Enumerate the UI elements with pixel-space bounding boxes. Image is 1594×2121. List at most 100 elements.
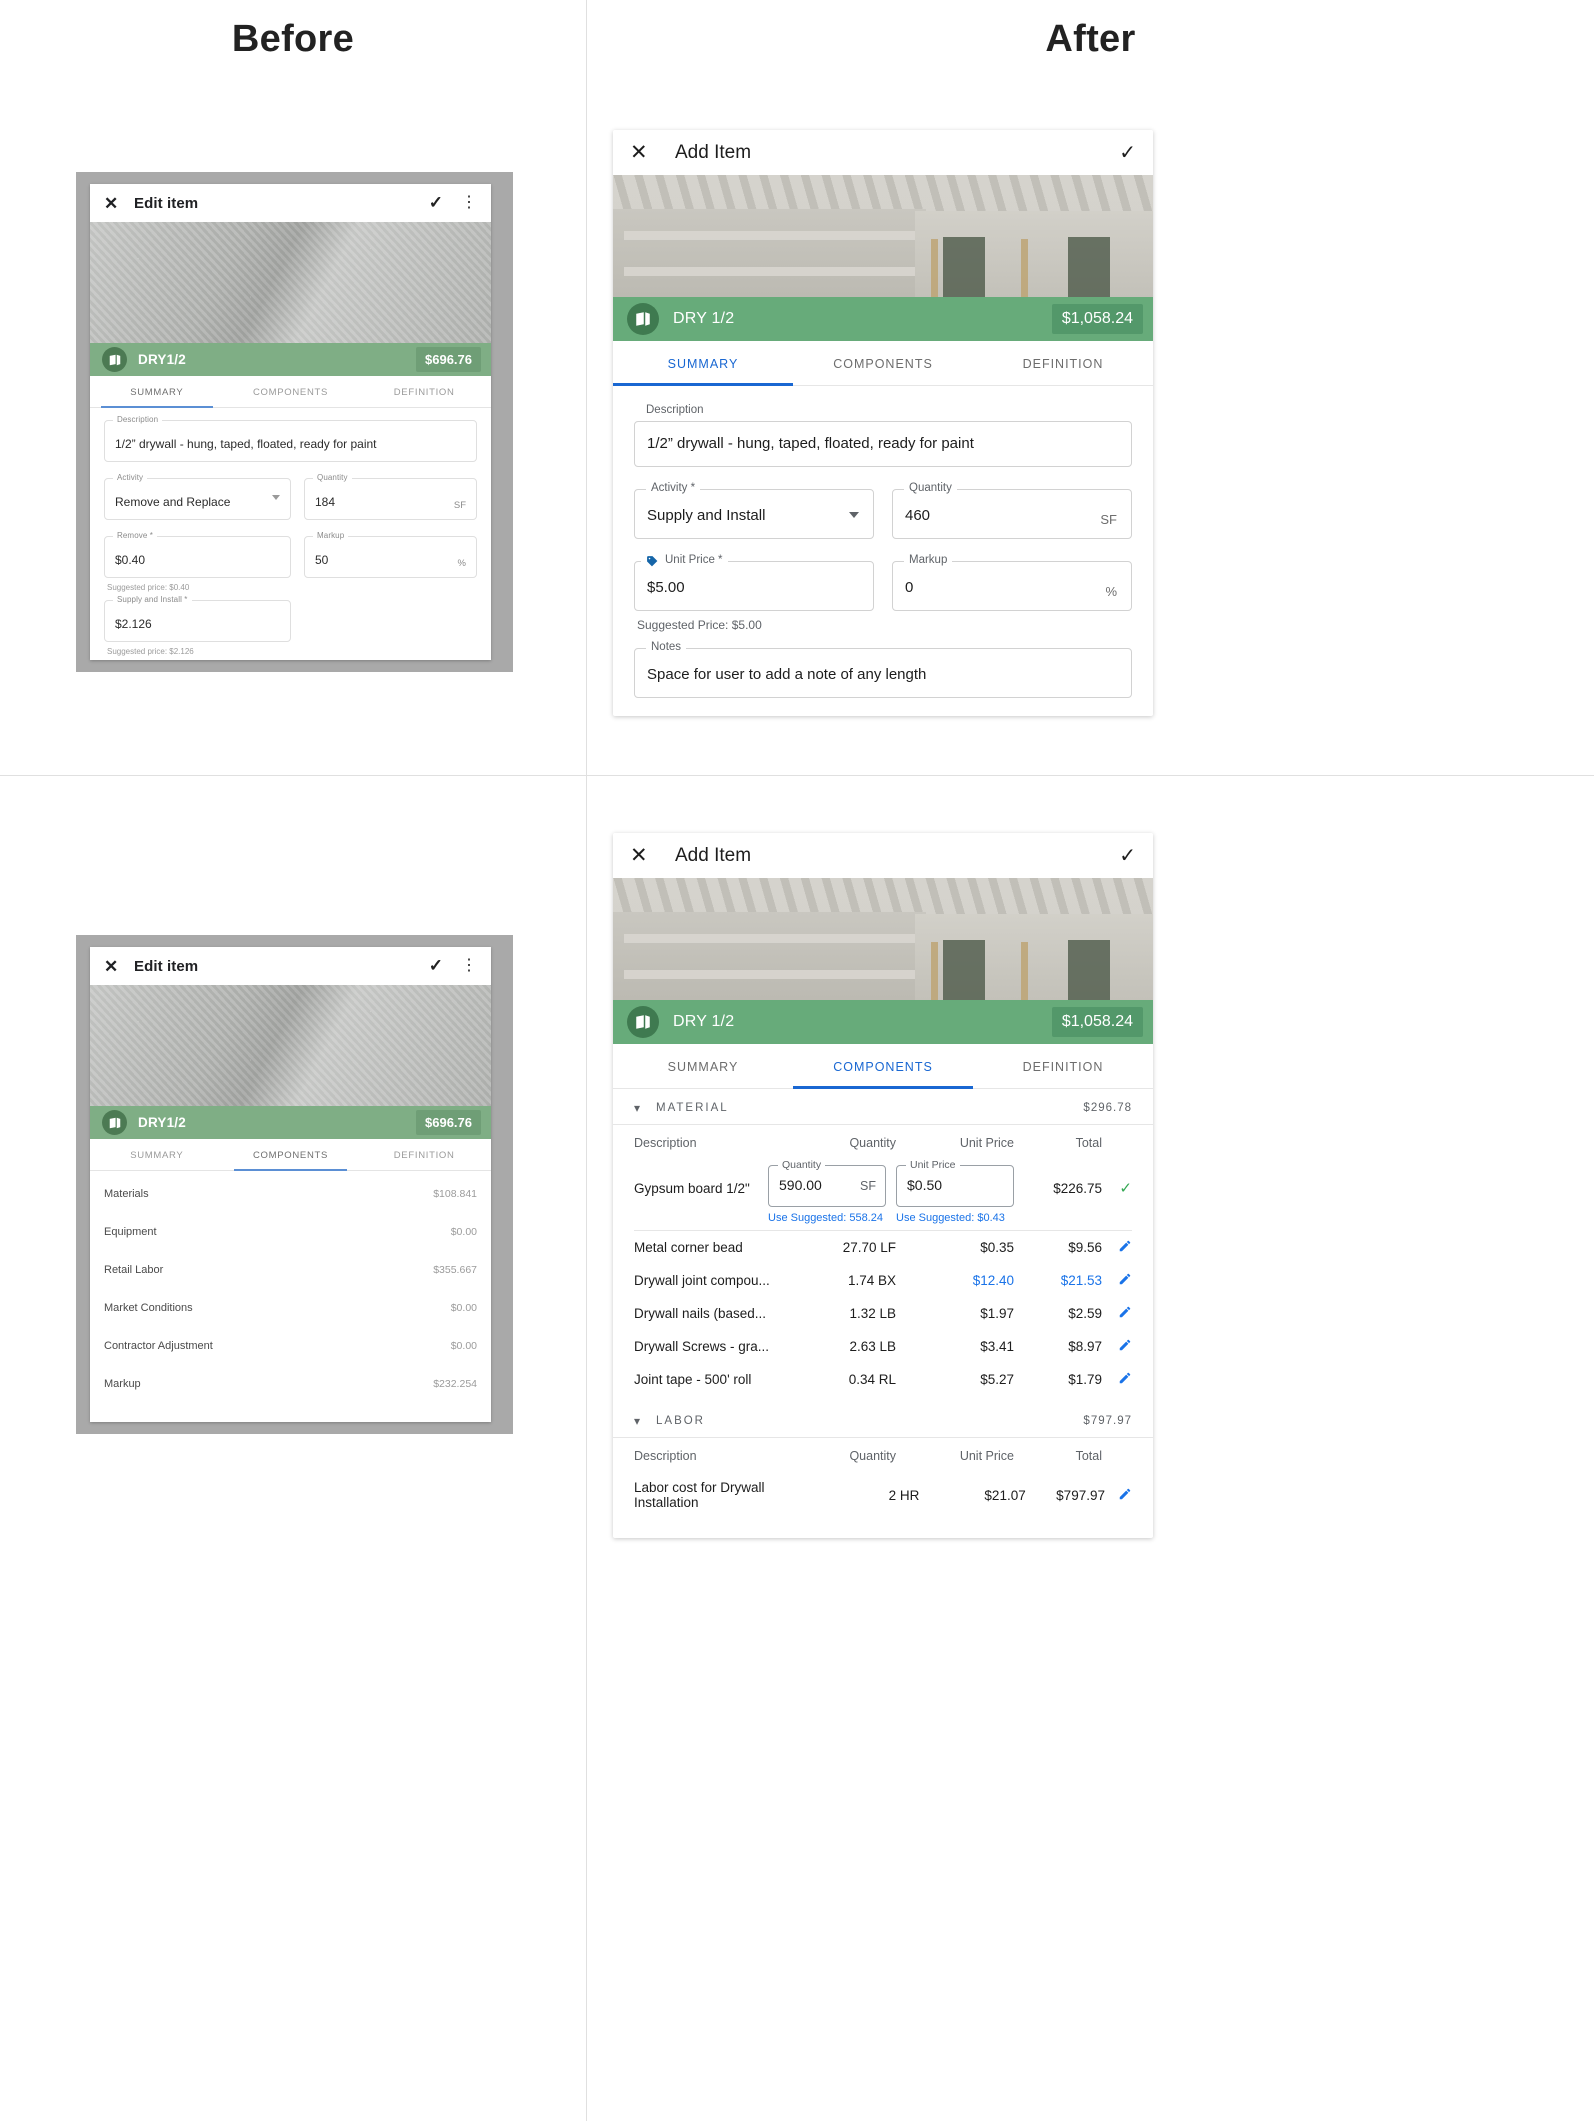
tab-definition[interactable]: DEFINITION [973, 341, 1153, 385]
edit-icon[interactable] [1105, 1487, 1132, 1504]
item-code: DRY 1/2 [673, 1013, 735, 1030]
tab-summary[interactable]: SUMMARY [613, 1044, 793, 1088]
list-item[interactable]: Contractor Adjustment $0.00 [104, 1327, 477, 1365]
edit-icon[interactable] [1102, 1305, 1132, 1322]
table-row[interactable]: Metal corner bead 27.70 LF $0.35 $9.56 [613, 1231, 1153, 1264]
quantity-value: 590.00 [779, 1177, 822, 1193]
row-quantity: 27.70 LF [842, 1240, 896, 1255]
row-quantity: 2 HR [888, 1487, 920, 1503]
activity-select[interactable]: Activity Remove and Replace [104, 473, 291, 520]
chevron-down-icon[interactable]: ▾ [634, 1415, 656, 1427]
item-header-bar: DRY1/2 $696.76 [90, 1106, 491, 1139]
row-unit-price: $21.07 [984, 1487, 1026, 1503]
use-suggested-price-link[interactable]: Use Suggested: $0.43 [896, 1212, 1014, 1224]
description-field[interactable]: 1/2” drywall - hung, taped, floated, rea… [634, 421, 1132, 467]
more-options-icon[interactable]: ⋮ [461, 958, 477, 974]
tag-icon [647, 556, 658, 567]
edit-icon[interactable] [1102, 1371, 1132, 1388]
section-header-material[interactable]: ▾ MATERIAL $296.78 [613, 1089, 1153, 1125]
list-item[interactable]: Materials $108.841 [104, 1175, 477, 1213]
confirm-icon[interactable]: ✓ [1119, 846, 1136, 866]
section-header-equipment[interactable]: EQUIPMENT $0.00 [613, 1528, 1153, 1538]
table-row[interactable]: Drywall Screws - gra... 2.63 LB $3.41 $8… [613, 1330, 1153, 1363]
list-item-label: Market Conditions [104, 1302, 193, 1314]
markup-value: 50 [315, 553, 329, 567]
list-item[interactable]: Market Conditions $0.00 [104, 1289, 477, 1327]
tab-definition[interactable]: DEFINITION [973, 1044, 1153, 1088]
tab-components[interactable]: COMPONENTS [224, 1139, 358, 1171]
more-options-icon[interactable]: ⋮ [461, 195, 477, 211]
section-header-labor[interactable]: ▾ LABOR $797.97 [613, 1402, 1153, 1438]
tab-bar: SUMMARY COMPONENTS DEFINITION [90, 376, 491, 408]
edit-icon[interactable] [1102, 1272, 1132, 1289]
list-item-label: Markup [104, 1378, 141, 1390]
activity-value: Supply and Install [647, 507, 766, 524]
page-title: Add Item [675, 844, 752, 866]
table-row[interactable]: Joint tape - 500' roll 0.34 RL $5.27 $1.… [613, 1363, 1153, 1396]
row-unit-price: $12.40 [972, 1273, 1014, 1288]
row-unit-price: $5.27 [980, 1372, 1014, 1387]
row-quantity: 0.34 RL [848, 1372, 896, 1387]
tab-summary[interactable]: SUMMARY [90, 1139, 224, 1170]
close-icon[interactable]: ✕ [630, 845, 675, 866]
quantity-field[interactable]: Quantity 460 SF [892, 482, 1132, 539]
markup-field[interactable]: Markup 50 % [304, 531, 477, 578]
row-quantity: 2.63 LB [849, 1339, 896, 1354]
confirm-icon[interactable]: ✓ [429, 956, 443, 976]
confirm-icon[interactable]: ✓ [1119, 143, 1136, 163]
close-icon[interactable]: ✕ [104, 958, 134, 975]
remove-price-field[interactable]: Remove * $0.40 [104, 531, 291, 578]
remove-price-label: Remove * [113, 531, 157, 540]
markup-field[interactable]: Markup 0 % [892, 554, 1132, 611]
chevron-down-icon[interactable] [272, 495, 280, 500]
notes-field[interactable]: Notes Space for user to add a note of an… [634, 641, 1132, 698]
list-item[interactable]: Markup $232.254 [104, 1365, 477, 1403]
list-item[interactable]: Equipment $0.00 [104, 1213, 477, 1251]
summary-form: Description 1/2” drywall - hung, taped, … [90, 408, 491, 656]
list-item-label: Equipment [104, 1226, 157, 1238]
tab-components[interactable]: COMPONENTS [224, 376, 358, 407]
edit-icon[interactable] [1102, 1239, 1132, 1256]
edit-icon[interactable] [1102, 1338, 1132, 1355]
drywall-icon [102, 347, 127, 372]
row-total: $21.53 [1060, 1273, 1102, 1288]
drywall-icon [102, 1110, 127, 1135]
unit-price-label: Unit Price [906, 1159, 960, 1171]
tab-components[interactable]: COMPONENTS [793, 341, 973, 385]
tab-components[interactable]: COMPONENTS [793, 1044, 973, 1089]
row-description: Drywall nails (based... [634, 1306, 767, 1321]
tab-summary[interactable]: SUMMARY [613, 341, 793, 386]
list-item-amount: $232.254 [433, 1378, 477, 1390]
column-header-unit-price: Unit Price [959, 1449, 1014, 1463]
use-suggested-quantity-link[interactable]: Use Suggested: 558.24 [768, 1212, 886, 1224]
tab-summary[interactable]: SUMMARY [90, 376, 224, 408]
tab-definition[interactable]: DEFINITION [357, 376, 491, 407]
summary-form: Description 1/2” drywall - hung, taped, … [613, 386, 1153, 698]
activity-select[interactable]: Activity * Supply and Install [634, 482, 874, 539]
tab-definition[interactable]: DEFINITION [357, 1139, 491, 1170]
unit-price-input[interactable]: Unit Price $0.50 [896, 1159, 1014, 1207]
confirm-icon[interactable]: ✓ [429, 193, 443, 213]
close-icon[interactable]: ✕ [630, 142, 675, 163]
table-row[interactable]: Drywall joint compou... 1.74 BX $12.40 $… [613, 1264, 1153, 1297]
supply-install-field[interactable]: Supply and Install * $2.126 [104, 595, 291, 642]
table-row-editing[interactable]: Gypsum board 1/2" Quantity 590.00 SF Use… [613, 1159, 1153, 1226]
quantity-field[interactable]: Quantity 184 SF [304, 473, 477, 520]
quantity-stepper[interactable]: Quantity 590.00 SF [768, 1159, 886, 1207]
unit-price-field[interactable]: Unit Price * $5.00 [634, 554, 874, 611]
confirm-edit-icon[interactable]: ✓ [1102, 1165, 1132, 1197]
description-field[interactable]: Description 1/2” drywall - hung, taped, … [104, 415, 477, 462]
app-bar: ✕ Edit item ✓ ⋮ [90, 184, 491, 222]
list-item[interactable]: Retail Labor $355.667 [104, 1251, 477, 1289]
activity-label: Activity * [646, 482, 701, 494]
table-row[interactable]: Drywall nails (based... 1.32 LB $1.97 $2… [613, 1297, 1153, 1330]
table-row[interactable]: Labor cost for Drywall Installation 2 HR… [613, 1472, 1153, 1518]
chevron-down-icon[interactable] [849, 512, 859, 518]
quantity-value: 460 [905, 507, 931, 524]
section-total: $797.97 [1083, 1415, 1132, 1427]
remove-price-hint: Suggested price: $0.40 [107, 583, 190, 592]
components-list: Materials $108.841 Equipment $0.00 Retai… [90, 1171, 491, 1403]
close-icon[interactable]: ✕ [104, 195, 134, 212]
chevron-down-icon[interactable]: ▾ [634, 1102, 656, 1114]
notes-value: Space for user to add a note of any leng… [647, 666, 927, 683]
